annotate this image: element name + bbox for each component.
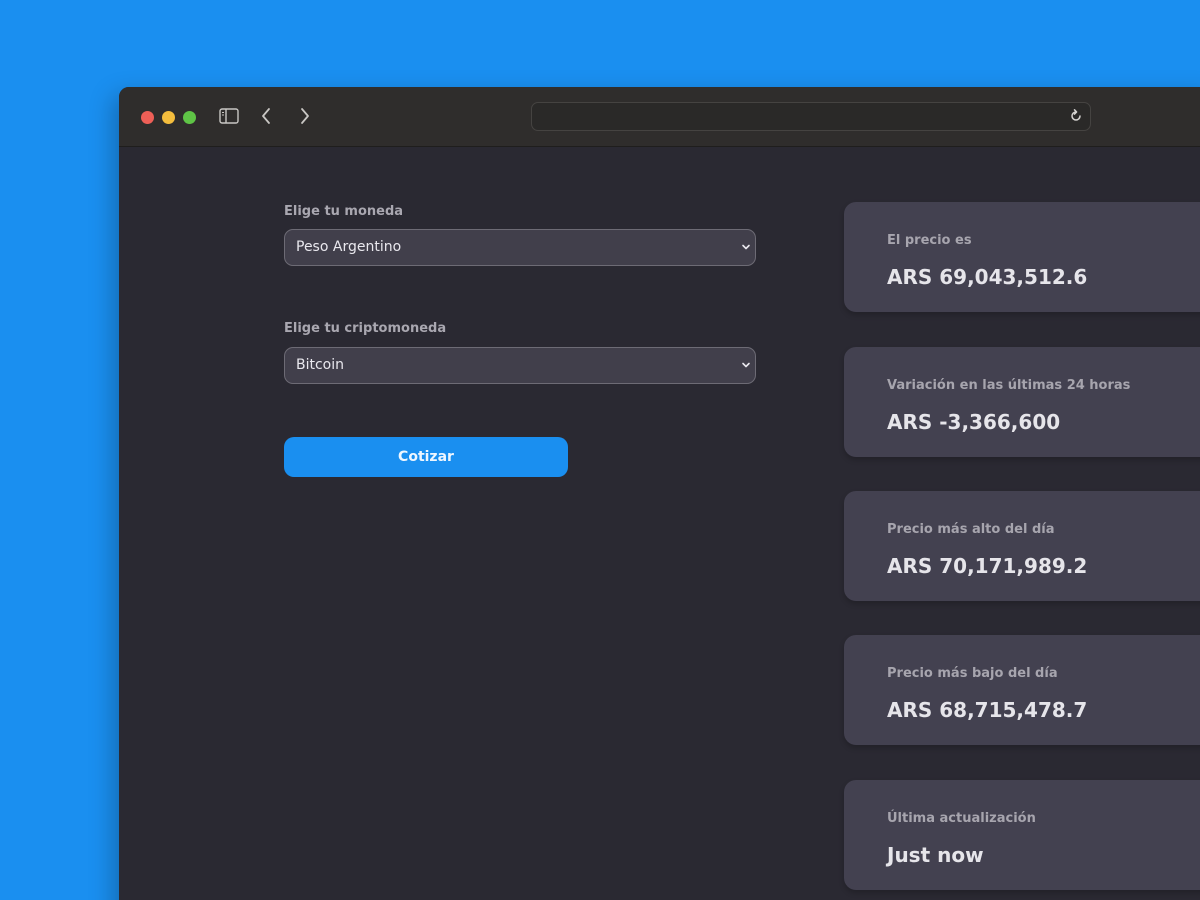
crypto-label: Elige tu criptomoneda bbox=[284, 321, 447, 336]
last-update-card: Última actualización Just now bbox=[844, 780, 1200, 890]
low-price-value: ARS 68,715,478.7 bbox=[887, 698, 1088, 722]
chevron-right-icon[interactable] bbox=[296, 105, 314, 127]
change-24h-card: Variación en las últimas 24 horas ARS -3… bbox=[844, 347, 1200, 457]
reload-icon[interactable] bbox=[1067, 107, 1085, 125]
crypto-select[interactable]: Bitcoin bbox=[284, 347, 756, 384]
price-label: El precio es bbox=[887, 233, 972, 248]
currency-select-value: Peso Argentino bbox=[296, 239, 402, 255]
price-value: ARS 69,043,512.6 bbox=[887, 265, 1088, 289]
browser-window: Elige tu moneda Peso Argentino Elige tu … bbox=[119, 87, 1200, 900]
high-price-card: Precio más alto del día ARS 70,171,989.2 bbox=[844, 491, 1200, 601]
last-update-label: Última actualización bbox=[887, 811, 1036, 826]
last-update-value: Just now bbox=[887, 843, 984, 867]
currency-label: Elige tu moneda bbox=[284, 204, 404, 219]
chevron-down-icon bbox=[742, 244, 750, 250]
high-price-value: ARS 70,171,989.2 bbox=[887, 554, 1088, 578]
change-24h-value: ARS -3,366,600 bbox=[887, 410, 1061, 434]
change-24h-label: Variación en las últimas 24 horas bbox=[887, 378, 1131, 393]
zoom-window-button[interactable] bbox=[183, 111, 196, 124]
address-bar[interactable] bbox=[531, 102, 1091, 131]
currency-select[interactable]: Peso Argentino bbox=[284, 229, 756, 266]
browser-toolbar bbox=[119, 87, 1200, 147]
chevron-down-icon bbox=[742, 362, 750, 368]
low-price-card: Precio más bajo del día ARS 68,715,478.7 bbox=[844, 635, 1200, 745]
sidebar-icon[interactable] bbox=[218, 105, 240, 127]
high-price-label: Precio más alto del día bbox=[887, 522, 1055, 537]
page-content: Elige tu moneda Peso Argentino Elige tu … bbox=[119, 147, 1200, 900]
low-price-label: Precio más bajo del día bbox=[887, 666, 1058, 681]
minimize-window-button[interactable] bbox=[162, 111, 175, 124]
crypto-select-value: Bitcoin bbox=[296, 357, 345, 373]
cotizar-button[interactable]: Cotizar bbox=[284, 437, 568, 477]
price-card: El precio es ARS 69,043,512.6 bbox=[844, 202, 1200, 312]
chevron-left-icon[interactable] bbox=[257, 105, 275, 127]
close-window-button[interactable] bbox=[141, 111, 154, 124]
